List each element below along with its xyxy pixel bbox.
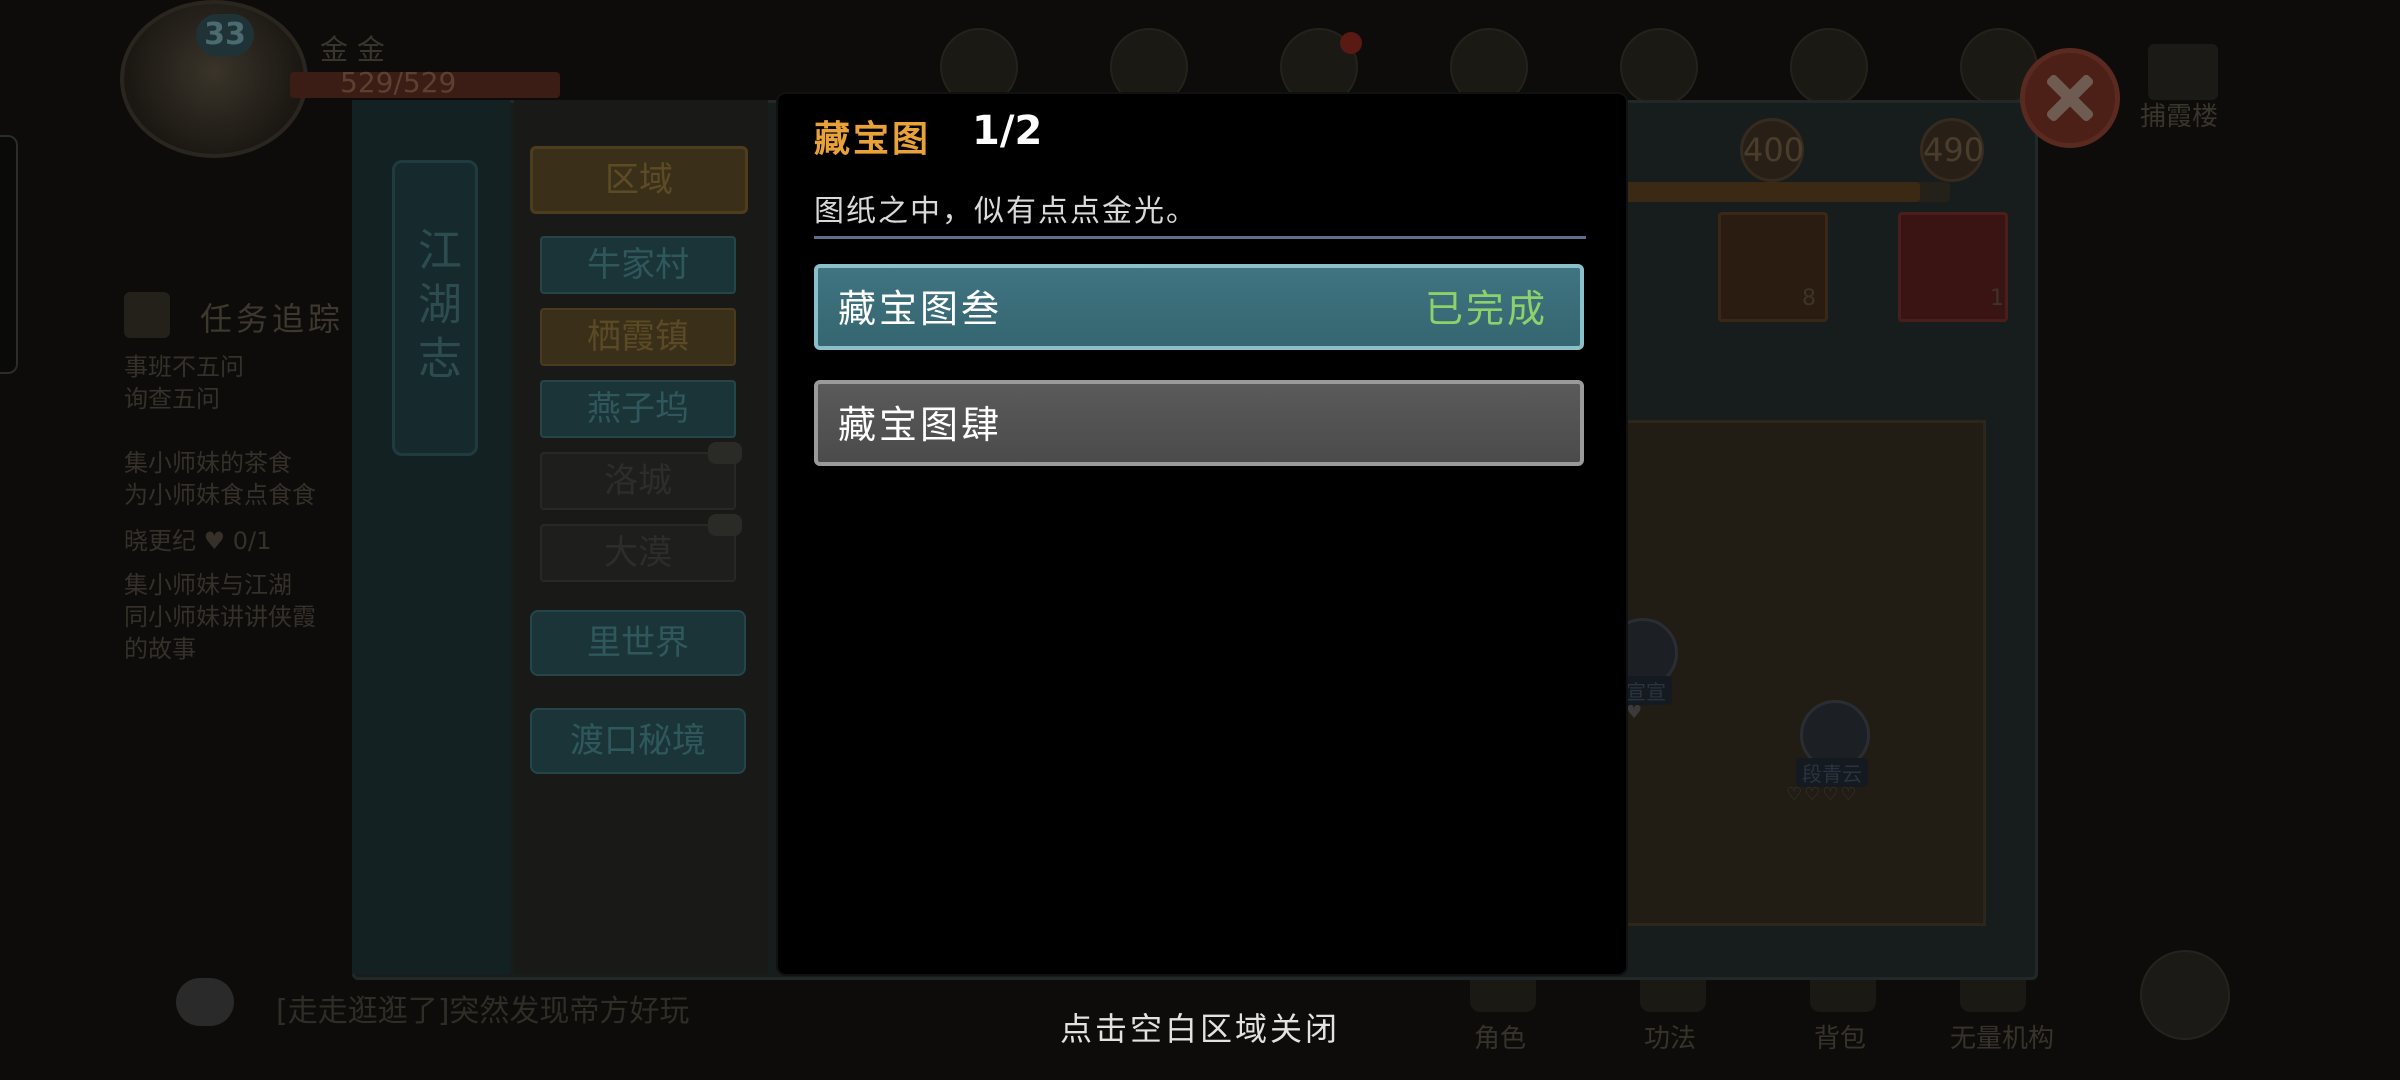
popup-divider: [814, 236, 1586, 239]
currency-label: 金 金: [320, 33, 385, 66]
popup-title: 藏宝图: [814, 119, 932, 160]
side-drawer-handle[interactable]: [0, 135, 18, 374]
settings-icon[interactable]: [1620, 28, 1698, 106]
special-region-button[interactable]: 里世界: [530, 610, 746, 676]
entry-name: 藏宝图肆: [838, 403, 1003, 447]
region-button-locked[interactable]: 洛城: [540, 452, 736, 510]
pavilion-icon[interactable]: [2148, 44, 2218, 100]
npc-name: 段青云: [1796, 758, 1868, 787]
journal-title: 江湖志: [392, 160, 478, 456]
npc-hearts: ♥: [1626, 702, 1645, 723]
hp-text: 529/529: [340, 66, 457, 99]
lock-icon: [708, 442, 742, 464]
close-hint[interactable]: 点击空白区域关闭: [0, 1004, 2400, 1050]
treasure-map-entry[interactable]: 藏宝图肆: [814, 380, 1584, 466]
entry-name: 藏宝图叁: [838, 287, 1003, 331]
reward-count: 1: [1990, 286, 2004, 311]
quest-line: 为小师妹食点食食: [124, 481, 316, 509]
mail-icon[interactable]: [1790, 28, 1868, 106]
quest-track-title: 任务追踪: [200, 300, 345, 338]
quest-track-icon[interactable]: [124, 292, 170, 338]
popup-description: 图纸之中，似有点点金光。: [814, 194, 1198, 229]
progress-fill: [1610, 182, 1920, 202]
region-button[interactable]: 牛家村: [540, 236, 736, 294]
region-button-locked[interactable]: 大漠: [540, 524, 736, 582]
quest-line: 同小师妹讲讲侠霞: [124, 603, 316, 631]
special-region-button[interactable]: 渡口秘境: [530, 708, 746, 774]
region-button[interactable]: 燕子坞: [540, 380, 736, 438]
treasure-map-entry-completed[interactable]: 藏宝图叁 已完成: [814, 264, 1584, 350]
lock-icon: [708, 514, 742, 536]
reward-count: 8: [1802, 286, 1816, 311]
region-header: 区域: [530, 146, 748, 214]
quest-line: 的故事: [124, 635, 196, 663]
quest-line: 晓更纪 ♥ 0/1: [124, 527, 272, 555]
milestone-badge: 490: [1920, 118, 1984, 182]
region-map[interactable]: [1620, 420, 1986, 926]
notification-dot: [1340, 32, 1362, 54]
close-button[interactable]: [2020, 48, 2120, 148]
quest-line: 集小师妹与江湖: [124, 571, 292, 599]
popup-progress-count: 1/2: [972, 108, 1043, 154]
milestone-badge: 400: [1740, 118, 1804, 182]
quest-line: 询查五问: [124, 385, 220, 413]
quest-line: 集小师妹的茶食: [124, 449, 292, 477]
pavilion-label: 捕霞楼: [2140, 102, 2219, 132]
entry-status: 已完成: [1424, 287, 1548, 331]
region-button[interactable]: 栖霞镇: [540, 308, 736, 366]
npc-hearts: ♡♡♡♡: [1786, 784, 1859, 805]
level-badge: 33: [196, 14, 254, 56]
quest-line: 事班不五问: [124, 353, 244, 381]
